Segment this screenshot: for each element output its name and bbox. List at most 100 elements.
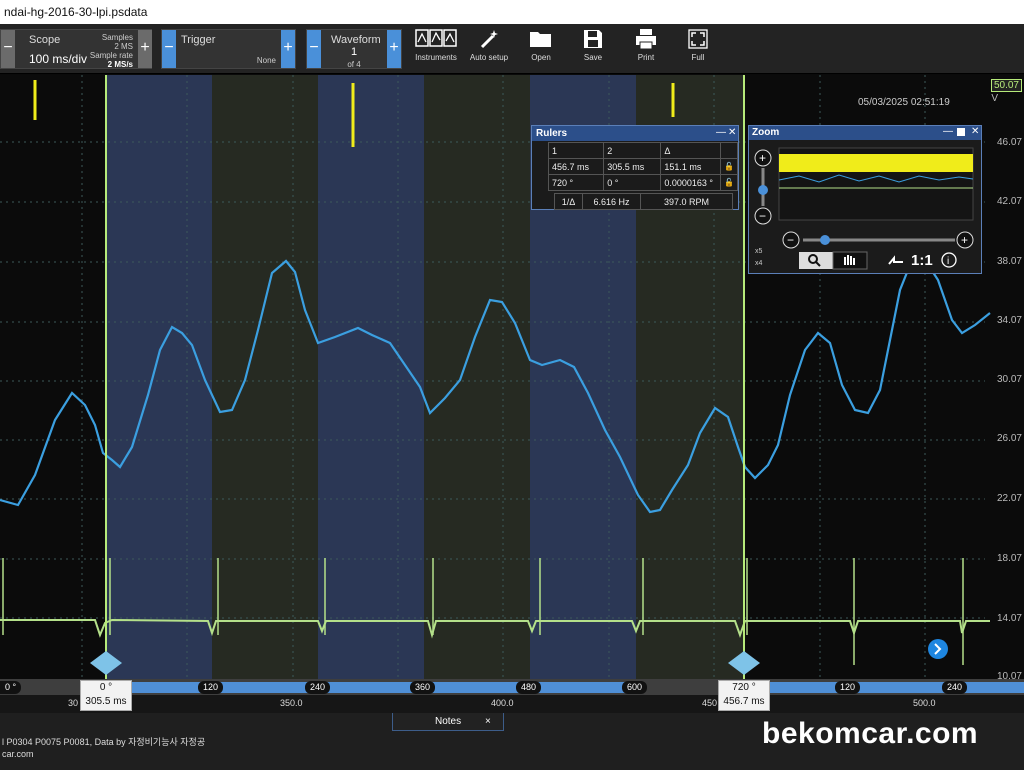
ruler-2-marker-degree: 0 °	[99, 682, 113, 693]
printer-icon	[636, 29, 656, 50]
ruler-2-angle[interactable]: 0 °	[603, 174, 662, 191]
degree-label: 0 °	[0, 681, 22, 694]
ruler-range-bar	[106, 682, 636, 693]
zoom-x-factor: x5	[755, 248, 763, 255]
ruler-frequency: 6.616 Hz	[582, 193, 641, 210]
maximize-icon[interactable]	[957, 128, 965, 136]
folder-icon	[530, 32, 551, 47]
zoom-overview[interactable]: + − − + i	[749, 140, 983, 275]
open-label: Open	[531, 53, 551, 62]
y-tick: 38.07	[996, 256, 1022, 267]
y-tick: 14.07	[996, 613, 1022, 624]
notes-text-line-1: l P0304 P0075 P0081, Data by 자정비기능사 자정공	[2, 737, 206, 747]
minus-icon: −	[787, 233, 794, 247]
band	[318, 75, 424, 680]
auto-setup-label: Auto setup	[469, 53, 509, 62]
floppy-icon	[584, 30, 602, 48]
notes-close-icon[interactable]: ×	[485, 713, 491, 731]
close-icon[interactable]: ✕	[971, 126, 979, 137]
scope-increase-button[interactable]: +	[138, 30, 152, 68]
rulers-col-1: 1	[547, 142, 605, 159]
trigger-increase-button[interactable]: +	[281, 30, 295, 68]
y-tick: 30.07	[996, 374, 1022, 385]
print-button[interactable]: Print	[620, 28, 672, 70]
rulers-col-2: 2	[603, 142, 662, 159]
lock-icon[interactable]: 🔓	[720, 174, 738, 191]
waveform-label: Waveform	[331, 34, 381, 46]
waveform-next-button[interactable]: +	[387, 30, 401, 68]
trigger-label: Trigger	[181, 34, 216, 46]
notes-text-line-2: car.com	[2, 749, 34, 759]
rulers-title: Rulers	[532, 126, 738, 141]
minimize-icon[interactable]: —	[943, 126, 953, 137]
ruler-2-time[interactable]: 305.5 ms	[603, 158, 662, 175]
samples-value: 2 MS	[114, 42, 133, 51]
zoom-window[interactable]: Zoom — ✕ + − − + i x5 x4 1:1	[748, 125, 982, 274]
horizontal-zoom-slider[interactable]	[820, 235, 830, 245]
save-label: Save	[583, 53, 603, 62]
close-icon[interactable]: ✕	[728, 127, 736, 138]
trigger-control: − Trigger None +	[161, 29, 296, 69]
undo-icon	[888, 255, 903, 265]
degree-label: 120	[198, 681, 224, 694]
rulers-col-delta: Δ	[660, 142, 721, 159]
rulers-table: 1 2 Δ 456.7 ms 305.5 ms 151.1 ms 🔓 720 °…	[547, 142, 738, 191]
degree-scale[interactable]: 0 ° 120 240 360 480 600 120 240	[0, 679, 1024, 695]
degree-label: 240	[305, 681, 331, 694]
table-row: 456.7 ms 305.5 ms 151.1 ms 🔓	[547, 158, 738, 175]
ruler-range-bar	[744, 682, 1024, 693]
time-axis: 30 350.0 400.0 450 500.0	[0, 695, 1024, 713]
sample-rate-label: Sample rate	[89, 51, 133, 60]
window-title-bar: ndai-hg-2016-30-lpi.psdata	[0, 0, 1024, 24]
lock-icon[interactable]: 🔓	[720, 158, 738, 175]
open-button[interactable]: Open	[515, 28, 567, 70]
y-tick: 34.07	[996, 315, 1022, 326]
band	[424, 75, 530, 680]
ruler-1-angle[interactable]: 720 °	[547, 174, 605, 191]
y-tick: 42.07	[996, 196, 1022, 207]
zoom-y-factor: x4	[755, 260, 763, 267]
fullscreen-icon	[688, 29, 708, 49]
scope-decrease-button[interactable]: −	[1, 30, 15, 68]
minimize-icon[interactable]: —	[716, 127, 726, 138]
instruments-label: Instruments	[415, 53, 457, 62]
waveform-control: − Waveform 1 of 4 +	[306, 29, 402, 69]
y-tick: 22.07	[996, 493, 1022, 504]
ruler-delta-angle: 0.0000163 °	[660, 174, 721, 191]
capture-timestamp: 05/03/2025 02:51:19	[858, 97, 950, 108]
y-tick: 18.07	[996, 553, 1022, 564]
trigger-decrease-button[interactable]: −	[162, 30, 176, 68]
watermark-brand: bekomcar.com	[762, 717, 979, 750]
toolbar: − Scope 100 ms/div Samples 2 MS Sample r…	[0, 24, 1024, 74]
y-axis-unit: V	[991, 93, 998, 104]
ruler-1-marker-degree: 720 °	[732, 682, 756, 693]
notes-label: Notes	[435, 716, 462, 727]
full-button[interactable]: Full	[672, 28, 724, 70]
degree-label: 120	[835, 681, 861, 694]
scope-timebase[interactable]: 100 ms/div	[29, 52, 87, 66]
table-row: 1/Δ 6.616 Hz 397.0 RPM	[554, 193, 733, 210]
waveform-count: of 4	[347, 60, 361, 69]
ruler-2-marker[interactable]: 0 ° 305.5 ms	[80, 680, 132, 711]
time-tick: 30	[68, 698, 79, 708]
scope-sample-info: Samples 2 MS Sample rate 2 MS/s	[89, 33, 133, 69]
zoom-reset-button[interactable]: 1:1	[911, 252, 933, 269]
table-row: 720 ° 0 ° 0.0000163 ° 🔓	[547, 174, 738, 191]
scroll-right-button[interactable]	[928, 639, 948, 659]
notes-tab[interactable]: Notes ×	[392, 713, 504, 731]
notes-panel: Notes × l P0304 P0075 P0081, Data by 자정비…	[0, 713, 1024, 770]
rulers-window[interactable]: Rulers — ✕ 1 2 Δ 456.7 ms 305.5 ms 151.1…	[531, 125, 739, 210]
plus-icon: +	[961, 233, 968, 247]
vertical-zoom-slider[interactable]	[758, 185, 768, 195]
ruler-1-time[interactable]: 456.7 ms	[547, 158, 605, 175]
ruler-1-marker[interactable]: 720 ° 456.7 ms	[718, 680, 770, 711]
table-row: 1 2 Δ	[547, 142, 738, 159]
auto-setup-button[interactable]: Auto setup	[463, 28, 515, 70]
instruments-button[interactable]: Instruments	[410, 28, 462, 70]
sample-rate-value: 2 MS/s	[107, 60, 133, 69]
save-button[interactable]: Save	[567, 28, 619, 70]
trigger-mode[interactable]: None	[232, 56, 276, 65]
band	[106, 75, 212, 680]
waveform-previous-button[interactable]: −	[307, 30, 321, 68]
inverse-delta-label: 1/Δ	[554, 193, 583, 210]
